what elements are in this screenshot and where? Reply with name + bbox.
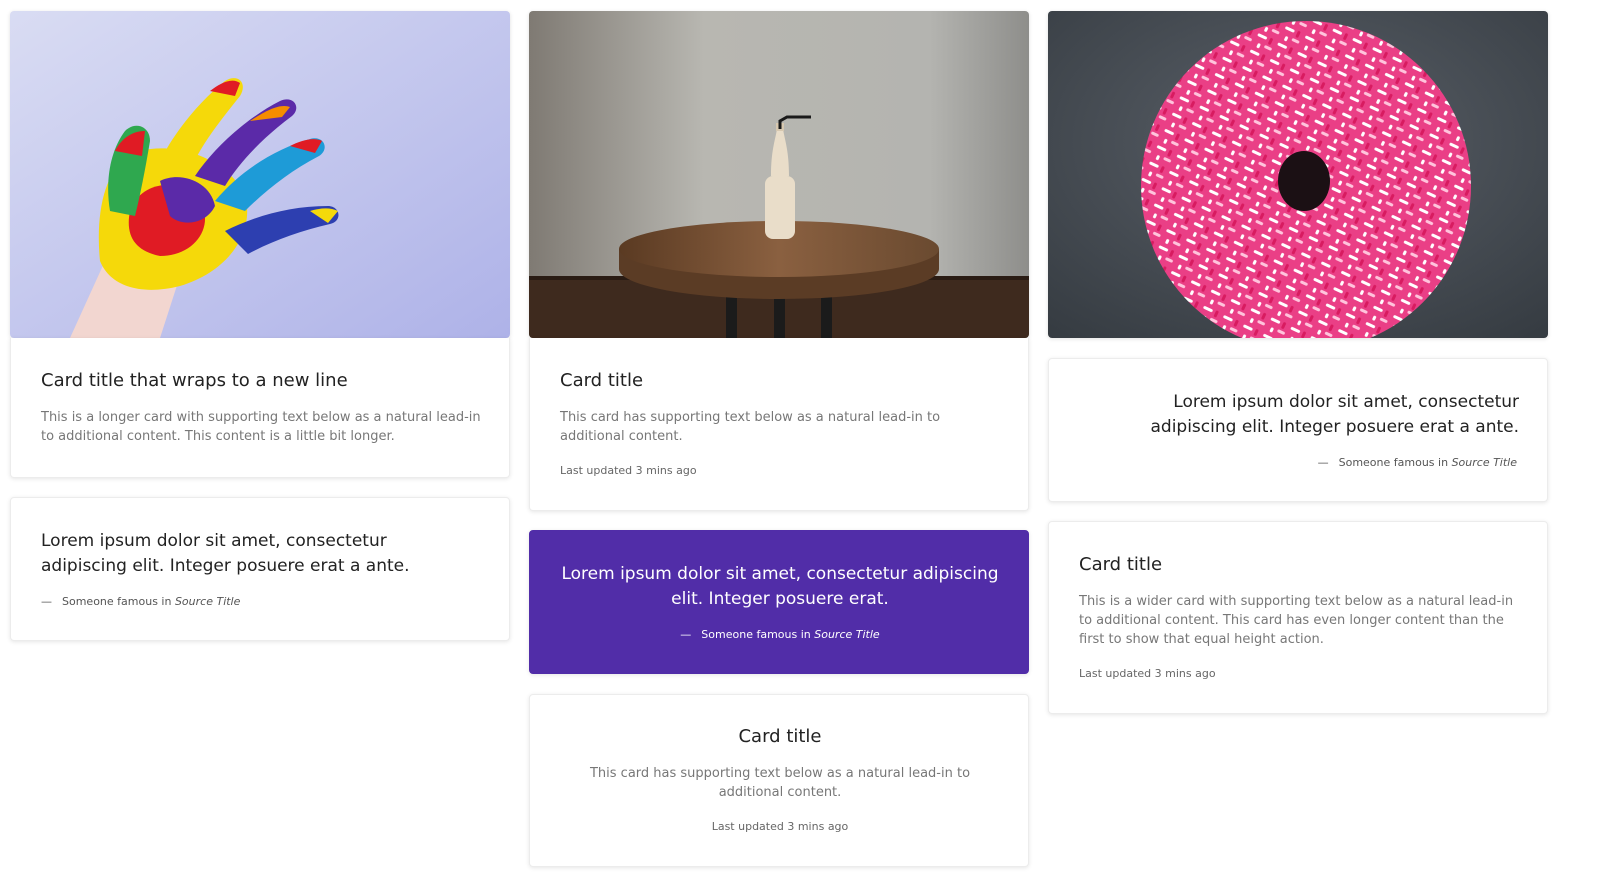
card-title: Card title bbox=[1079, 554, 1163, 575]
source-title: Source Title bbox=[1451, 456, 1517, 469]
card-centered: Card title This card has supporting text… bbox=[529, 694, 1029, 867]
card-image-donut bbox=[1048, 11, 1548, 338]
quote-card-accent: Lorem ipsum dolor sit amet, consectetur … bbox=[529, 530, 1029, 674]
footer-dash: — bbox=[41, 595, 52, 608]
blockquote-text: Lorem ipsum dolor sit amet, consectetur … bbox=[41, 531, 410, 576]
footer-dash: — bbox=[1317, 456, 1329, 469]
footer-prefix: Someone famous in bbox=[701, 628, 811, 641]
card-title: Card title that wraps to a new line bbox=[41, 370, 348, 391]
card-title: Card title bbox=[738, 726, 822, 747]
card-text: This card has supporting text below as a… bbox=[560, 410, 941, 444]
card-with-updated-text: Card title This card has supporting text… bbox=[529, 338, 1029, 511]
last-updated-text: Last updated 3 mins ago bbox=[560, 464, 697, 477]
card-text: This is a wider card with supporting tex… bbox=[1079, 594, 1514, 647]
footer-dash: — bbox=[680, 628, 692, 641]
last-updated-text: Last updated 3 mins ago bbox=[711, 820, 849, 833]
blockquote-footer: — Someone famous in Source Title bbox=[1318, 456, 1517, 469]
bottle-on-table-image bbox=[529, 11, 1029, 338]
last-updated-text: Last updated 3 mins ago bbox=[1079, 667, 1216, 680]
card-wider: Card title This is a wider card with sup… bbox=[1048, 521, 1548, 714]
footer-prefix: Someone famous in bbox=[1338, 456, 1449, 469]
blockquote-text: Lorem ipsum dolor sit amet, consectetur … bbox=[561, 564, 999, 609]
quote-card: Lorem ipsum dolor sit amet, consectetur … bbox=[10, 497, 510, 641]
blockquote-text: Lorem ipsum dolor sit amet, consectetur … bbox=[1150, 392, 1519, 437]
card-image-bottle-on-table bbox=[529, 11, 1029, 338]
card-image-painted-hand bbox=[10, 11, 510, 338]
sprinkled-donut-image bbox=[1048, 11, 1548, 338]
source-title: Source Title bbox=[814, 628, 880, 641]
blockquote-footer: — Someone famous in Source Title bbox=[530, 628, 1028, 641]
footer-prefix: Someone famous in bbox=[62, 595, 172, 608]
source-title: Source Title bbox=[174, 595, 241, 608]
card-text: This is a longer card with supporting te… bbox=[41, 410, 481, 444]
blockquote-footer: — Someone famous in Source Title bbox=[41, 595, 240, 608]
card-wrapping-title: Card title that wraps to a new line This… bbox=[10, 338, 510, 478]
card-title: Card title bbox=[560, 370, 644, 391]
card-text: This card has supporting text below as a… bbox=[589, 766, 971, 800]
painted-hand-image bbox=[10, 11, 510, 338]
quote-card-right: Lorem ipsum dolor sit amet, consectetur … bbox=[1048, 358, 1548, 502]
